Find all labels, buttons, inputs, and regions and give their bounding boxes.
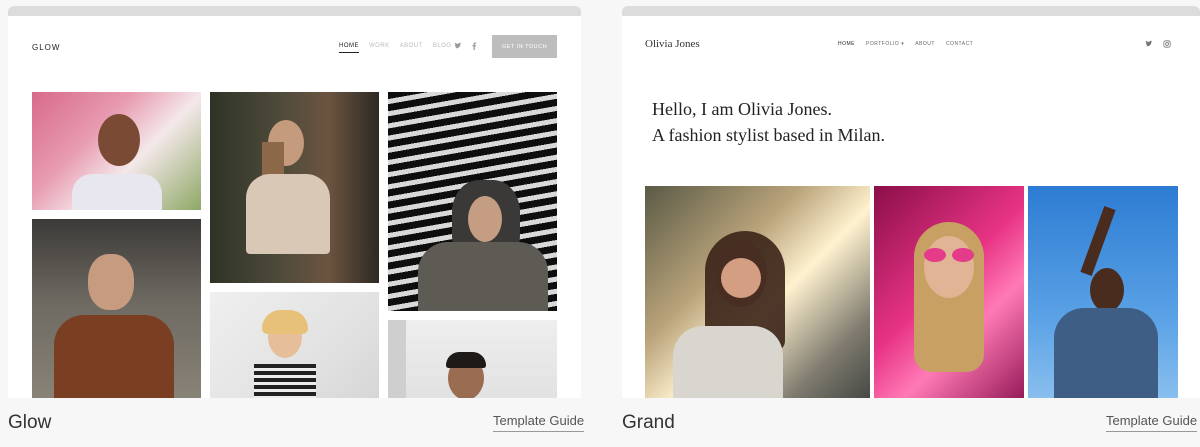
browser-frame-bar — [622, 6, 1200, 16]
template-guide-link-grand[interactable]: Template Guide — [1106, 413, 1198, 432]
nav-contact: CONTACT — [945, 41, 974, 47]
browser-frame-bar — [8, 6, 581, 16]
nav-work: WORK — [369, 43, 390, 49]
hero-line-1: Hello, I am Olivia Jones. — [652, 99, 832, 119]
hero-text: Hello, I am Olivia Jones. A fashion styl… — [652, 96, 885, 148]
site-nav: HOME WORK ABOUT BLOG — [339, 43, 452, 53]
photo-man-jacket — [32, 219, 201, 398]
template-name-glow: Glow — [8, 412, 52, 433]
nav-about: ABOUT — [915, 41, 935, 47]
photo-woman-flowers — [32, 92, 201, 210]
get-in-touch-button: GET IN TOUCH — [492, 35, 557, 58]
template-name-grand: Grand — [622, 412, 675, 433]
photo-hoodie-blinds — [388, 92, 557, 311]
nav-portfolio: PORTFOLIO ▾ — [866, 41, 905, 47]
template-preview-grand[interactable]: Olivia Jones HOME PORTFOLIO ▾ ABOUT CONT… — [622, 16, 1200, 398]
facebook-icon — [472, 42, 477, 50]
twitter-icon — [1145, 40, 1153, 47]
photo-woman-neon — [874, 186, 1024, 398]
social-links — [1145, 40, 1171, 48]
template-guide-link-glow[interactable]: Template Guide — [493, 413, 585, 432]
site-nav: HOME PORTFOLIO ▾ ABOUT CONTACT — [838, 41, 973, 47]
site-logo: Olivia Jones — [645, 38, 700, 50]
photo-man-glasses — [388, 320, 557, 398]
hero-line-2: A fashion stylist based in Milan. — [652, 125, 885, 145]
photo-woman-trees — [210, 92, 379, 283]
photo-man-denim-sky — [1028, 186, 1178, 398]
nav-home: HOME — [838, 41, 855, 47]
nav-blog: BLOG — [432, 43, 452, 49]
nav-about: ABOUT — [399, 43, 423, 49]
template-preview-glow[interactable]: GLOW HOME WORK ABOUT BLOG GET IN TOUCH — [8, 16, 581, 398]
nav-home: HOME — [339, 43, 359, 53]
template-card-grand[interactable]: Olivia Jones HOME PORTFOLIO ▾ ABOUT CONT… — [622, 6, 1200, 398]
instagram-icon — [1163, 40, 1171, 48]
template-card-glow[interactable]: GLOW HOME WORK ABOUT BLOG GET IN TOUCH — [8, 6, 581, 398]
site-logo: GLOW — [32, 43, 61, 52]
twitter-icon — [454, 42, 462, 49]
photo-woman-sunset-street — [645, 186, 870, 398]
photo-woman-blonde — [210, 292, 379, 398]
social-links — [454, 42, 478, 50]
